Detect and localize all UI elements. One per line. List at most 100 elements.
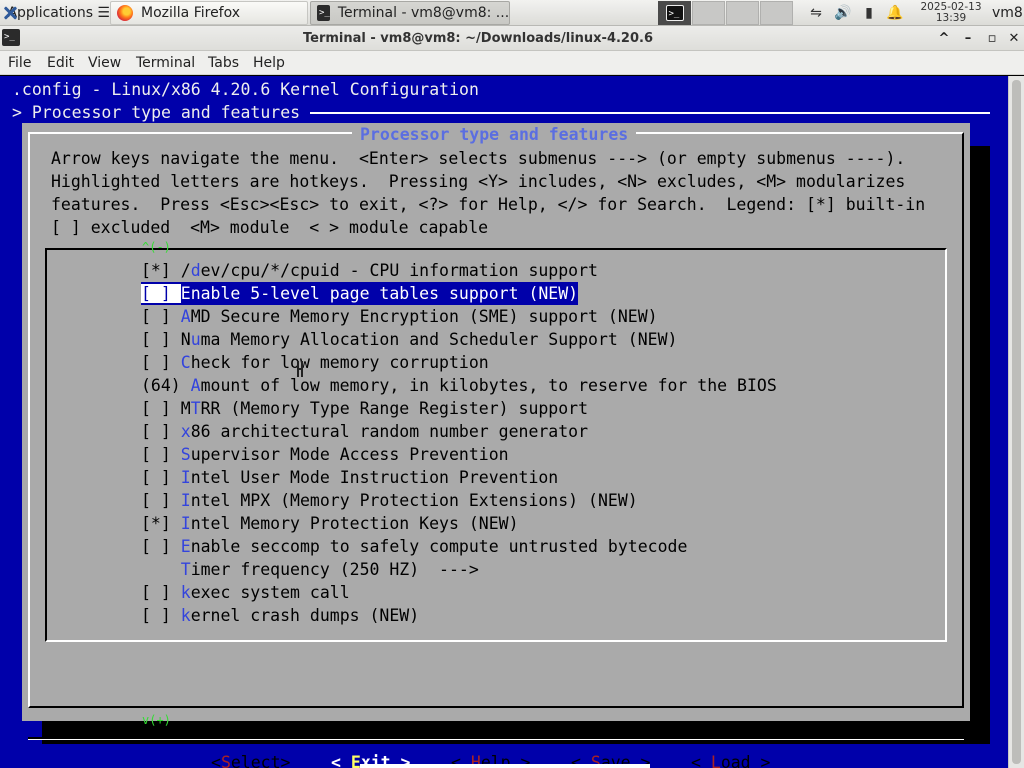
terminal-icon: >_ — [665, 5, 684, 21]
option-item[interactable]: [ ] x86 architectural random number gene… — [141, 420, 588, 443]
option-text: nable 5-level page tables support (NEW) — [190, 284, 579, 303]
option-hotkey: C — [180, 353, 191, 372]
button-bracket: < — [691, 753, 711, 768]
option-item[interactable]: Timer frequency (250 HZ) ---> — [141, 558, 479, 581]
terminal-view[interactable]: .config - Linux/x86 4.20.6 Kernel Config… — [0, 76, 1008, 768]
help-line: [ ] excluded <M> module < > module capab… — [51, 218, 489, 237]
bottom-bar — [360, 764, 650, 768]
option-text: ntel Memory Protection Keys (NEW) — [190, 514, 519, 533]
help-line: Highlighted letters are hotkeys. Pressin… — [51, 172, 906, 191]
option-text: ev/cpu/*/cpuid - CPU information support — [200, 261, 598, 280]
option-prefix: (64) — [141, 376, 191, 395]
option-text: exec system call — [190, 583, 350, 602]
menu-help[interactable]: Help — [253, 51, 285, 75]
option-hotkey: k — [180, 583, 191, 602]
option-hotkey: u — [190, 330, 201, 349]
breadcrumb-rule — [310, 112, 990, 114]
menubar: File Edit View Terminal Tabs Help — [0, 51, 1024, 75]
menu-terminal[interactable]: Terminal — [136, 51, 195, 75]
option-item[interactable]: [ ] kexec system call — [141, 581, 350, 604]
option-item[interactable]: [ ] Check for low memory corruption — [141, 351, 489, 374]
option-item[interactable]: [ ] kernel crash dumps (NEW) — [141, 604, 419, 627]
workspace-1[interactable]: >_ — [658, 1, 691, 25]
menu-edit[interactable]: Edit — [47, 51, 74, 75]
battery-icon[interactable]: ▮ — [858, 0, 880, 26]
scroll-up-indicator: ^(-) — [142, 240, 171, 254]
option-item[interactable]: [ ] Enable seccomp to safely compute unt… — [141, 535, 687, 558]
terminal-scrollbar[interactable] — [1008, 76, 1024, 768]
option-item[interactable]: [ ] MTRR (Memory Type Range Register) su… — [141, 397, 588, 420]
option-item[interactable]: [ ] Numa Memory Allocation and Scheduler… — [141, 328, 677, 351]
select-button[interactable]: <Select> — [211, 751, 290, 768]
applications-label: Applications ☰ — [7, 5, 110, 21]
option-item[interactable]: [ ] Intel User Mode Instruction Preventi… — [141, 466, 558, 489]
close-button[interactable]: ✕ — [1002, 26, 1024, 51]
option-item[interactable]: [ ] Intel MPX (Memory Protection Extensi… — [141, 489, 638, 512]
option-text: 86 architectural random number generator — [190, 422, 589, 441]
scroll-down-indicator: v(+) — [142, 713, 171, 727]
option-hotkey: T — [190, 399, 201, 418]
clock-time: 13:39 — [935, 12, 967, 24]
firefox-icon — [117, 5, 133, 21]
button-label: elect> — [230, 753, 291, 768]
minimize-button[interactable]: – — [956, 26, 980, 51]
user-menu[interactable]: vm8 — [992, 0, 1024, 26]
option-prefix: [ ] — [141, 606, 181, 625]
option-prefix: [ ] — [141, 583, 181, 602]
load-button[interactable]: < Load > — [691, 751, 770, 768]
network-icon[interactable]: ⇋ — [805, 0, 827, 26]
option-text: ma Memory Allocation and Scheduler Suppo… — [200, 330, 678, 349]
option-item[interactable]: [*] /dev/cpu/*/cpuid - CPU information s… — [141, 259, 598, 282]
option-text: MD Secure Memory Encryption (SME) suppor… — [190, 307, 658, 326]
workspace-2[interactable] — [692, 1, 725, 25]
taskbar-terminal[interactable]: >_ Terminal - vm8@vm8: ... — [310, 1, 510, 25]
option-text: RR (Memory Type Range Register) support — [200, 399, 589, 418]
option-hotkey: A — [180, 307, 191, 326]
option-item[interactable]: [ ] AMD Secure Memory Encryption (SME) s… — [141, 305, 658, 328]
window-titlebar[interactable]: >_ Terminal - vm8@vm8: ~/Downloads/linux… — [0, 26, 1024, 51]
taskbar-firefox[interactable]: Mozilla Firefox — [110, 1, 308, 25]
menuconfig-dialog: Processor type and features Arrow keys n… — [22, 123, 970, 768]
text-cursor-icon — [297, 361, 303, 377]
menu-file[interactable]: File — [8, 51, 31, 75]
option-item[interactable]: [*] Intel Memory Protection Keys (NEW) — [141, 512, 519, 535]
option-hotkey: I — [180, 491, 191, 510]
option-prefix: [ ] — [141, 491, 181, 510]
menu-view[interactable]: View — [88, 51, 121, 75]
maximize-button[interactable]: ▫ — [980, 26, 1004, 51]
option-hotkey: I — [180, 514, 191, 533]
button-hotkey: L — [710, 753, 721, 768]
shade-button[interactable]: ^ — [932, 26, 956, 51]
bell-icon[interactable]: 🔔 — [884, 0, 906, 26]
option-prefix: [ ] — [141, 399, 181, 418]
workspace-4[interactable] — [760, 1, 793, 25]
option-prefix: [ ] — [141, 468, 181, 487]
help-line: Arrow keys navigate the menu. <Enter> se… — [51, 149, 906, 168]
option-hotkey: x — [180, 422, 191, 441]
option-text: nable seccomp to safely compute untruste… — [190, 537, 688, 556]
button-separator-highlight — [28, 739, 964, 740]
window-title: Terminal - vm8@vm8: ~/Downloads/linux-4.… — [303, 31, 653, 46]
dialog-title: Processor type and features — [352, 123, 637, 146]
option-prefix-cursor: [ ] — [141, 284, 181, 303]
option-text: ernel crash dumps (NEW) — [190, 606, 420, 625]
option-prefix: [ ] — [141, 422, 181, 441]
option-text: imer frequency (250 HZ) ---> — [190, 560, 479, 579]
option-hotkey: d — [190, 261, 201, 280]
option-hotkey: S — [180, 445, 191, 464]
option-item[interactable]: [ ] Enable 5-level page tables support (… — [141, 282, 579, 305]
clock[interactable]: 2025-02-13 13:39 — [912, 0, 990, 26]
scrollbar-thumb[interactable] — [1012, 80, 1021, 764]
option-text-pre: / — [180, 261, 191, 280]
applications-menu[interactable]: Applications ☰ — [0, 0, 110, 26]
option-prefix: [*] — [141, 261, 181, 280]
volume-icon[interactable]: 🔊 — [832, 0, 854, 26]
option-item[interactable]: [ ] Supervisor Mode Access Prevention — [141, 443, 509, 466]
menu-tabs[interactable]: Tabs — [208, 51, 239, 75]
button-bracket: < — [211, 753, 221, 768]
option-prefix: [ ] — [141, 353, 181, 372]
workspace-3[interactable] — [726, 1, 759, 25]
option-prefix: [ ] — [141, 445, 181, 464]
option-item[interactable]: (64) Amount of low memory, in kilobytes,… — [141, 374, 777, 397]
option-prefix: [ ] — [141, 537, 181, 556]
